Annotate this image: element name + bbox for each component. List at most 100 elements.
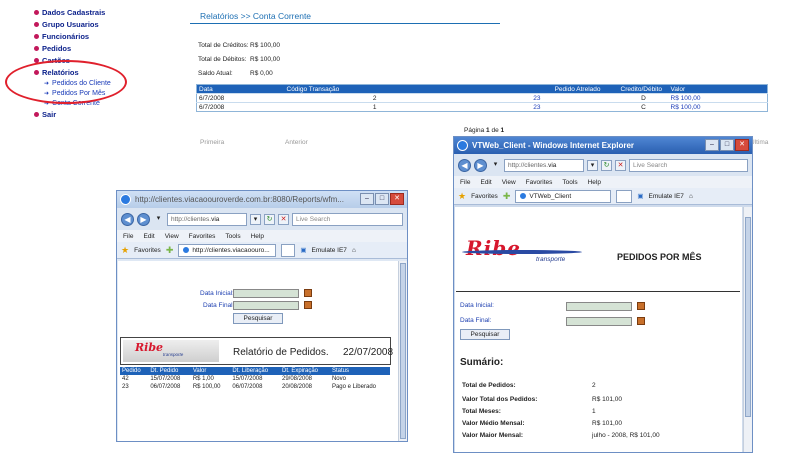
search-input[interactable]: Live Search [629,158,748,172]
menu-item-dados-cadastrais[interactable]: Dados Cadastrais [34,6,111,18]
column-header[interactable]: Código Transação [284,84,463,94]
browser-tab[interactable]: http://clientes.viacaoouro... [178,243,277,257]
emulate-ie7-button[interactable]: Emulate IE7 [312,247,347,254]
pager-prev-link[interactable]: Anterior [285,139,308,146]
menu-help[interactable]: Help [251,233,264,240]
table-row: 23 06/07/2008 R$ 100,00 06/07/2008 20/08… [120,383,390,391]
add-favorite-icon[interactable]: ✚ [503,191,511,202]
menu-bar: File Edit View Favorites Tools Help [454,176,752,188]
ribe-logo: Ribe transporte [462,236,582,263]
data-final-label: Data Final: [203,302,235,309]
menu-item-grupo-usuarios[interactable]: Grupo Usuarios [34,18,111,30]
back-icon[interactable]: ◀ [458,158,471,172]
star-icon: ★ [458,190,467,201]
calendar-icon[interactable] [304,301,312,309]
address-dropdown-icon[interactable]: ▾ [250,213,261,225]
emulate-ie7-button[interactable]: Emulate IE7 [649,193,684,200]
column-header[interactable]: Credito/Débito [618,84,669,94]
menu-favorites[interactable]: Favorites [526,179,553,186]
home-icon[interactable]: ⌂ [689,193,693,200]
cell-valor: R$ 100,00 [668,102,768,112]
address-dropdown-icon[interactable]: ▾ [587,159,598,171]
summary-value: 2 [592,382,596,389]
pesquisar-button[interactable]: Pesquisar [233,313,283,324]
menu-view[interactable]: View [165,233,179,240]
refresh-icon[interactable]: ↻ [601,159,612,171]
menu-help[interactable]: Help [588,179,601,186]
cell-pedido[interactable]: 23 [462,93,619,103]
window-controls: – □ ✕ [360,193,404,205]
calendar-icon[interactable] [304,289,312,297]
column-header[interactable]: Status [329,367,390,375]
maximize-icon[interactable]: □ [375,193,389,205]
close-icon[interactable]: ✕ [735,139,749,151]
vertical-scrollbar[interactable] [398,261,407,441]
cell-data: 6/7/2008 [196,93,285,103]
column-header[interactable]: Pedido Atrelado [462,84,619,94]
menu-tools[interactable]: Tools [562,179,577,186]
vertical-scrollbar[interactable] [743,207,752,452]
minimize-icon[interactable]: – [705,139,719,151]
bullet-icon [34,33,39,39]
stop-icon[interactable]: ✕ [615,159,626,171]
column-header[interactable]: Valor [190,367,231,375]
calendar-icon[interactable] [637,317,645,325]
maximize-icon[interactable]: □ [720,139,734,151]
menu-edit[interactable]: Edit [480,179,491,186]
add-favorite-icon[interactable]: ✚ [166,245,174,256]
new-tab-button[interactable] [616,189,633,203]
column-header[interactable]: Dt. Pedido [148,367,191,375]
search-input[interactable]: Live Search [292,212,403,226]
menu-file[interactable]: File [123,233,133,240]
column-header[interactable]: Dt. Expiração [279,367,330,375]
close-icon[interactable]: ✕ [390,193,404,205]
data-final-label: Data Final: [460,317,492,324]
pager-first-link[interactable]: Primeira [200,139,224,146]
menu-item-pedidos[interactable]: Pedidos [34,42,111,54]
data-inicial-input[interactable] [566,302,632,311]
data-final-input[interactable] [233,301,299,310]
scrollbar-thumb[interactable] [745,217,751,417]
calendar-icon[interactable] [637,302,645,310]
scrollbar-thumb[interactable] [400,263,406,439]
menu-tools[interactable]: Tools [225,233,240,240]
back-icon[interactable]: ◀ [121,212,134,226]
cell-pedido[interactable]: 23 [462,102,619,112]
column-header[interactable]: Dt. Liberação [230,367,280,375]
menu-edit[interactable]: Edit [143,233,154,240]
browser-tab[interactable]: VTWeb_Client [515,189,612,203]
summary-label: Valor Total dos Pedidos: [462,396,538,403]
column-header[interactable]: Valor [668,84,768,94]
highlight-circle [5,60,127,104]
forward-icon[interactable]: ▶ [474,158,487,172]
data-final-input[interactable] [566,317,632,326]
menu-favorites[interactable]: Favorites [189,233,216,240]
data-inicial-input[interactable] [233,289,299,298]
history-dropdown-icon[interactable]: ▾ [153,214,164,225]
refresh-icon[interactable]: ↻ [264,213,275,225]
transactions-table: Data Código Transação Pedido Atrelado Cr… [196,84,768,112]
menu-file[interactable]: File [460,179,470,186]
summary-value: R$ 101,00 [592,420,622,427]
cell: Novo [331,376,346,382]
address-input[interactable]: http://clientes. via [167,212,247,226]
address-input[interactable]: http://clientes. via [504,158,584,172]
menu-view[interactable]: View [502,179,516,186]
pesquisar-button[interactable]: Pesquisar [460,329,510,340]
menu-item-sair[interactable]: Sair [34,108,111,120]
column-header[interactable]: Data [196,84,285,94]
new-tab-button[interactable] [281,243,296,257]
history-dropdown-icon[interactable]: ▾ [490,160,501,171]
menu-item-funcionarios[interactable]: Funcionários [34,30,111,42]
forward-icon[interactable]: ▶ [137,212,150,226]
favorites-button[interactable]: Favorites [134,247,161,254]
cell: 29/08/2008 [281,376,313,382]
favorites-button[interactable]: Favorites [471,193,498,200]
stop-icon[interactable]: ✕ [278,213,289,225]
minimize-icon[interactable]: – [360,193,374,205]
browser-window-pedidos-mes: VTWeb_Client - Windows Internet Explorer… [453,136,753,453]
page-icon [519,192,528,200]
ie-logo-icon [457,140,468,151]
column-header[interactable]: Pedido [120,367,149,375]
home-icon[interactable]: ⌂ [352,247,356,254]
